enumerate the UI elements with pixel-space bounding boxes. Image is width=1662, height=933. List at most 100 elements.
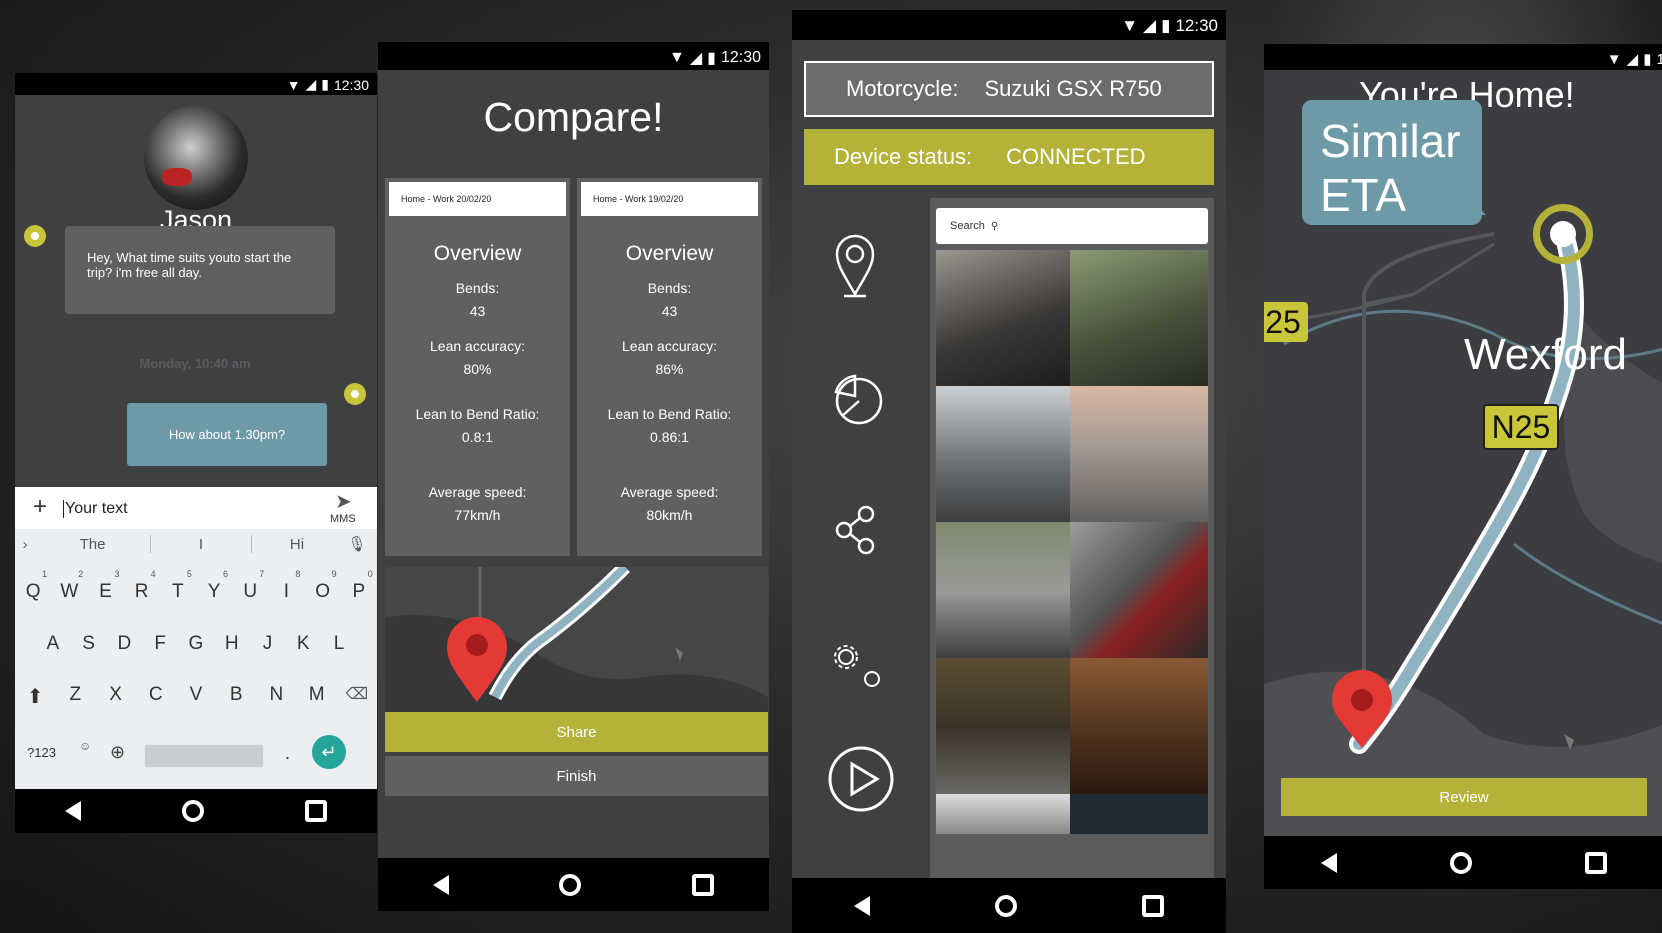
message-input[interactable]: Your text xyxy=(63,500,128,518)
period-key[interactable]: . xyxy=(285,743,290,764)
key[interactable]: 5T xyxy=(164,569,192,603)
photo-thumbnail[interactable] xyxy=(1070,386,1208,524)
compare-screen: ▼ ◢ ▮ 12:30 Compare! Home - Work 20/02/2… xyxy=(378,42,769,911)
key[interactable]: S xyxy=(75,633,103,655)
mic-icon[interactable]: 🎙 xyxy=(342,535,372,553)
emoji-icon[interactable]: ☺ xyxy=(79,739,91,753)
wifi-icon: ▼ xyxy=(1606,50,1622,68)
key[interactable]: 3E xyxy=(91,569,119,603)
key[interactable]: F xyxy=(146,633,174,655)
battery-icon: ▮ xyxy=(1643,51,1652,68)
contact-avatar[interactable] xyxy=(144,106,248,210)
add-icon[interactable]: + xyxy=(33,493,47,521)
key[interactable]: K xyxy=(289,633,317,655)
recents-icon[interactable] xyxy=(1141,894,1164,917)
key[interactable]: M xyxy=(303,684,331,709)
search-placeholder: Search xyxy=(950,220,985,232)
eta-line-2: ETA xyxy=(1320,169,1407,221)
finish-button[interactable]: Finish xyxy=(385,756,768,796)
key[interactable]: C xyxy=(142,684,170,709)
photo-thumbnail[interactable] xyxy=(936,658,1074,796)
photo-thumbnail[interactable] xyxy=(936,250,1074,388)
key[interactable]: 1Q xyxy=(19,569,47,603)
symbols-key[interactable]: ?123 xyxy=(27,745,56,760)
photo-thumbnail[interactable] xyxy=(1070,250,1208,388)
page-title: Compare! xyxy=(483,94,664,140)
play-icon[interactable] xyxy=(826,744,896,814)
motorcycle-panel[interactable]: Motorcycle: Suzuki GSX R750 xyxy=(804,61,1214,117)
key[interactable]: L xyxy=(325,633,353,655)
key[interactable]: 4R xyxy=(128,569,156,603)
bends-label: Bends: xyxy=(647,280,692,296)
share-button[interactable]: Share xyxy=(385,712,768,752)
key[interactable]: G xyxy=(182,633,210,655)
key[interactable]: 7U xyxy=(236,569,264,603)
photo-thumbnail[interactable] xyxy=(1070,522,1208,660)
photo-thumbnail[interactable] xyxy=(936,522,1074,660)
place-label: Wexford xyxy=(1464,330,1628,379)
eta-line-1: Similar xyxy=(1320,115,1461,167)
backspace-icon[interactable]: ⌫ xyxy=(343,684,371,709)
expand-icon[interactable]: › xyxy=(15,536,35,553)
review-button[interactable]: Review xyxy=(1281,778,1647,816)
key-row-2: A S D F G H J K L xyxy=(15,633,377,655)
home-icon[interactable] xyxy=(994,894,1017,917)
key[interactable]: J xyxy=(253,633,281,655)
globe-icon[interactable]: ⊕ xyxy=(110,742,125,763)
back-icon[interactable] xyxy=(1320,852,1337,873)
location-icon[interactable] xyxy=(834,232,876,298)
enter-icon[interactable]: ↵ xyxy=(312,735,346,769)
bends-label: Bends: xyxy=(455,280,500,296)
home-icon[interactable] xyxy=(559,873,582,896)
nav-bar xyxy=(15,789,377,833)
recents-icon[interactable] xyxy=(1585,851,1608,874)
suggestion[interactable]: The xyxy=(35,536,150,553)
search-input[interactable]: Search ⚲ xyxy=(936,208,1208,244)
pie-chart-icon[interactable] xyxy=(830,372,884,426)
bends-value: 43 xyxy=(469,303,486,319)
suggestion[interactable]: I xyxy=(151,536,251,553)
key[interactable]: 6Y xyxy=(200,569,228,603)
photo-thumbnail[interactable] xyxy=(936,794,1074,834)
shift-icon[interactable]: ⬆ xyxy=(21,684,49,709)
back-icon[interactable] xyxy=(433,874,450,895)
photo-thumbnail[interactable] xyxy=(936,386,1074,524)
photo-thumbnail[interactable] xyxy=(1070,794,1208,834)
key-row-3: ⬆ Z X C V B N M ⌫ xyxy=(15,684,377,709)
clock-text: 12:30 xyxy=(720,49,761,66)
route-map[interactable] xyxy=(385,567,768,732)
send-icon[interactable]: ➤ xyxy=(335,489,352,514)
key[interactable]: Z xyxy=(61,684,89,709)
key[interactable]: A xyxy=(39,633,67,655)
home-icon[interactable] xyxy=(181,800,204,822)
key[interactable]: B xyxy=(222,684,250,709)
nav-bar xyxy=(378,858,769,911)
space-bar[interactable] xyxy=(145,745,263,767)
photo-thumbnail[interactable] xyxy=(1070,658,1208,796)
key[interactable]: 2W xyxy=(55,569,83,603)
key[interactable]: 0P xyxy=(345,569,372,603)
key[interactable]: V xyxy=(182,684,210,709)
back-icon[interactable] xyxy=(854,895,871,916)
key[interactable]: H xyxy=(218,633,246,655)
key[interactable]: N xyxy=(262,684,290,709)
share-icon[interactable] xyxy=(834,504,878,556)
key[interactable]: X xyxy=(102,684,130,709)
key[interactable]: 9O xyxy=(309,569,336,603)
lean-label: Lean accuracy: xyxy=(622,338,717,354)
gear-icon[interactable] xyxy=(832,643,886,693)
card-heading: Overview xyxy=(433,242,522,265)
destination-marker-icon xyxy=(1533,204,1593,264)
back-icon[interactable] xyxy=(65,801,82,821)
trip-tab[interactable]: Home - Work 19/02/20 xyxy=(581,182,758,216)
suggestion[interactable]: Hi xyxy=(252,536,342,553)
recents-icon[interactable] xyxy=(691,873,714,896)
key[interactable]: D xyxy=(110,633,138,655)
home-icon[interactable] xyxy=(1449,851,1472,874)
signal-icon: ◢ xyxy=(305,76,317,92)
recents-icon[interactable] xyxy=(304,800,327,822)
trip-tab[interactable]: Home - Work 20/02/20 xyxy=(389,182,566,216)
message-timestamp: Monday, 10:40 am xyxy=(139,356,251,371)
outgoing-message: How about 1.30pm? xyxy=(127,403,327,466)
key[interactable]: 8I xyxy=(272,569,301,603)
